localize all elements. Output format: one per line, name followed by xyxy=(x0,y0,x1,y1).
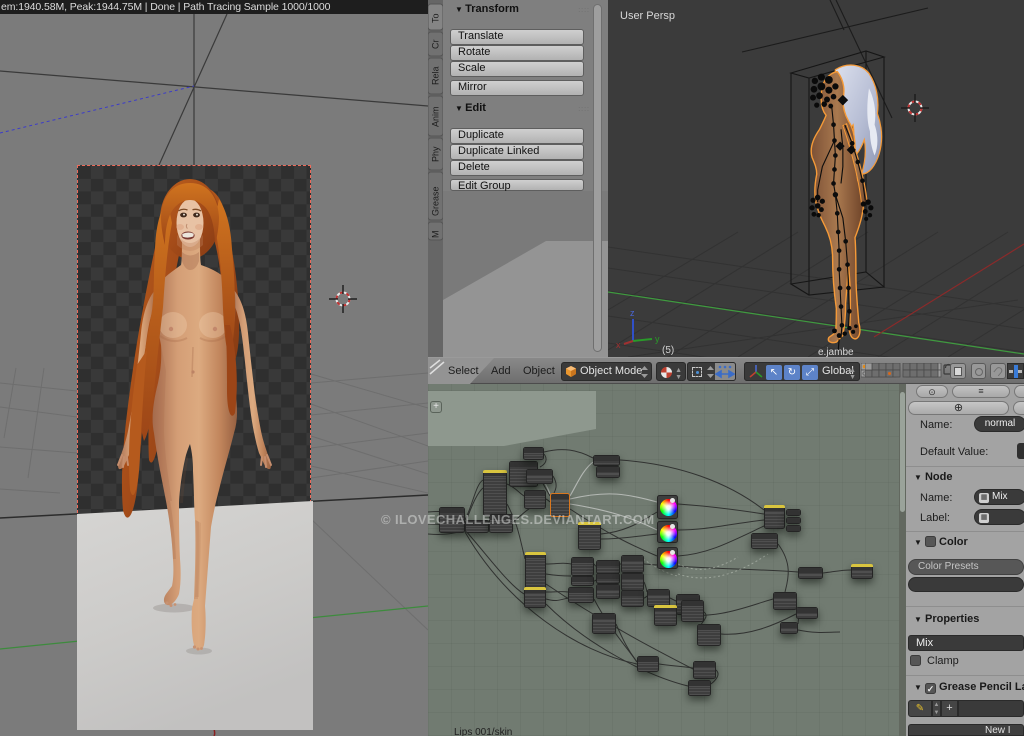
svg-text:Phy: Phy xyxy=(431,146,441,162)
svg-text:To: To xyxy=(431,13,441,23)
svg-text:Lips 001/skin: Lips 001/skin xyxy=(454,727,512,736)
svg-text:z: z xyxy=(630,308,635,318)
svg-text:Rela: Rela xyxy=(431,66,441,85)
svg-text:x: x xyxy=(616,340,621,350)
svg-text:M: M xyxy=(431,231,441,239)
svg-text:e.jambe: e.jambe xyxy=(818,347,854,357)
svg-text:Grease: Grease xyxy=(431,186,441,216)
svg-text:Cr: Cr xyxy=(431,40,441,50)
svg-text:(5): (5) xyxy=(662,345,674,356)
svg-text:y: y xyxy=(655,334,660,344)
svg-text:User Persp: User Persp xyxy=(620,10,675,22)
svg-text:Anim: Anim xyxy=(431,106,441,127)
